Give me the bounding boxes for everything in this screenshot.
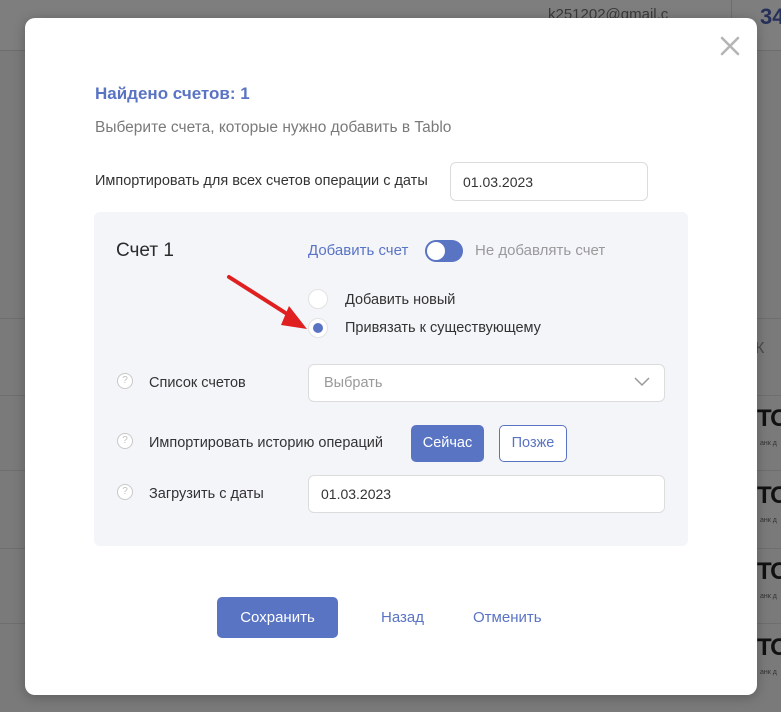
select-placeholder: Выбрать [324, 375, 383, 391]
background-logo: ТО [757, 558, 781, 585]
accounts-list-label: Список счетов [149, 375, 246, 391]
background-logo: ТО [757, 405, 781, 432]
save-button[interactable]: Сохранить [217, 597, 338, 638]
help-icon[interactable]: ? [117, 373, 133, 389]
background-number: 34 [760, 4, 781, 29]
radio-add-new-label[interactable]: Добавить новый [345, 292, 455, 308]
background-logo-caption: анк д [760, 669, 777, 676]
cancel-link[interactable]: Отменить [473, 609, 542, 626]
modal-subtitle: Выберите счета, которые нужно добавить в… [95, 119, 452, 136]
add-account-label[interactable]: Добавить счет [308, 242, 408, 259]
toggle-knob [427, 242, 445, 260]
account-title: Счет 1 [116, 240, 174, 261]
accounts-list-select[interactable]: Выбрать [308, 364, 665, 402]
import-later-button[interactable]: Позже [499, 425, 567, 462]
back-link[interactable]: Назад [381, 609, 424, 626]
import-history-label: Импортировать историю операций [149, 435, 384, 451]
load-from-date-input[interactable] [308, 475, 665, 513]
import-all-date-input[interactable] [450, 162, 648, 201]
annotation-arrow-icon [227, 275, 307, 329]
account-panel: Счет 1 Добавить счет Не добавлять счет Д… [94, 212, 688, 546]
background-logo-caption: анк д [760, 517, 777, 524]
radio-link-existing-label[interactable]: Привязать к существующему [345, 320, 541, 336]
background-logo: ТО [757, 482, 781, 509]
import-now-button[interactable]: Сейчас [411, 425, 484, 462]
add-accounts-modal: Найдено счетов: 1 Выберите счета, которы… [25, 18, 757, 695]
chevron-down-icon [634, 377, 650, 387]
background-logo-caption: анк д [760, 440, 777, 447]
add-account-toggle[interactable] [425, 240, 463, 262]
background-logo-caption: анк д [760, 593, 777, 600]
close-icon[interactable] [718, 34, 742, 58]
help-icon[interactable]: ? [117, 484, 133, 500]
skip-account-label[interactable]: Не добавлять счет [475, 242, 605, 259]
modal-title: Найдено счетов: 1 [95, 84, 250, 103]
load-from-date-label: Загрузить с даты [149, 486, 264, 502]
import-all-label: Импортировать для всех счетов операции с… [95, 173, 428, 189]
help-icon[interactable]: ? [117, 433, 133, 449]
background-logo: ТО [757, 634, 781, 661]
